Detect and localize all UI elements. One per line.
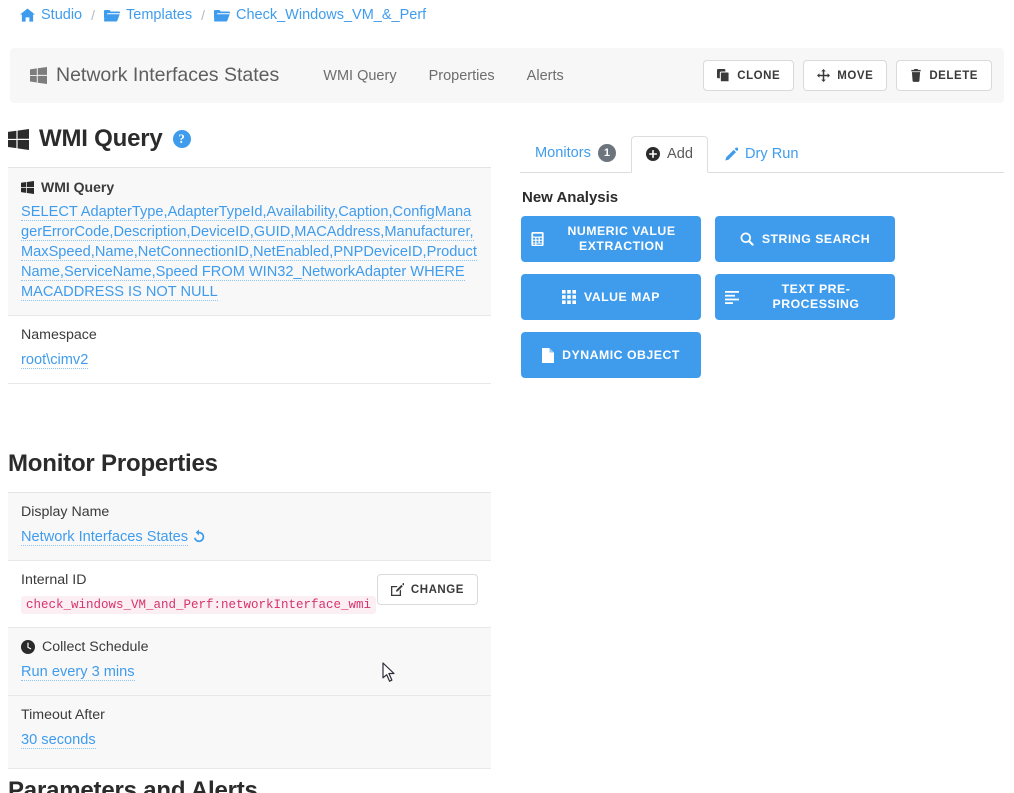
wmi-query-row-label: WMI Query — [21, 179, 478, 195]
clone-button-label: CLONE — [737, 69, 781, 82]
folder-icon — [214, 9, 230, 22]
wmi-query-panel: WMI Query SELECT AdapterType,AdapterType… — [8, 167, 491, 384]
numeric-value-extraction-button[interactable]: NUMERIC VALUE EXTRACTION — [521, 216, 701, 262]
parameters-and-alerts-title: Parameters and Alerts — [8, 776, 258, 793]
wmi-query-row: WMI Query SELECT AdapterType,AdapterType… — [8, 168, 491, 316]
tab-dry-run[interactable]: Dry Run — [708, 136, 814, 173]
wmi-query-value[interactable]: SELECT AdapterType,AdapterTypeId,Availab… — [21, 204, 477, 301]
breadcrumb: Studio / Templates / Check_Windows_VM_&_… — [0, 0, 1014, 30]
move-button[interactable]: MOVE — [803, 60, 888, 91]
namespace-value[interactable]: root\cimv2 — [21, 352, 89, 369]
breadcrumb-item-studio[interactable]: Studio — [20, 7, 82, 23]
header-tabs: WMI Query Properties Alerts — [307, 62, 579, 90]
arrows-move-icon — [817, 69, 831, 82]
breadcrumb-label: Check_Windows_VM_&_Perf — [236, 7, 427, 23]
breadcrumb-separator: / — [91, 7, 96, 23]
windows-icon — [8, 128, 29, 150]
timeout-value[interactable]: 30 seconds — [21, 732, 96, 749]
plus-circle-icon — [645, 147, 660, 161]
tab-monitors-label: Monitors — [535, 145, 591, 161]
string-search-button[interactable]: STRING SEARCH — [715, 216, 895, 262]
collect-schedule-label-text: Collect Schedule — [42, 639, 149, 655]
display-name-label: Display Name — [21, 504, 110, 520]
tab-properties[interactable]: Properties — [413, 62, 511, 90]
new-analysis-title: New Analysis — [522, 189, 619, 206]
text-pre-processing-label: TEXT PRE-PROCESSING — [772, 282, 860, 311]
left-column: WMI Query ? WMI Query SELECT AdapterType… — [8, 125, 492, 769]
tab-dry-run-label: Dry Run — [744, 146, 799, 162]
pencil-icon — [723, 147, 738, 162]
clone-button[interactable]: CLONE — [703, 60, 795, 91]
delete-button-label: DELETE — [929, 69, 978, 82]
wmi-query-value-wrap: SELECT AdapterType,AdapterTypeId,Availab… — [21, 202, 478, 302]
help-icon[interactable]: ? — [172, 130, 191, 148]
folder-icon — [104, 9, 121, 22]
lines-icon — [725, 290, 739, 304]
monitor-properties-panel: Display Name Network Interfaces States I… — [8, 492, 491, 769]
breadcrumb-item-template-name[interactable]: Check_Windows_VM_&_Perf — [214, 7, 426, 23]
header-actions: CLONE MOVE DELETE — [703, 60, 992, 91]
edit-icon — [390, 583, 404, 596]
text-pre-processing-button[interactable]: TEXT PRE-PROCESSING — [715, 274, 895, 320]
timeout-label: Timeout After — [21, 707, 105, 723]
breadcrumb-item-templates[interactable]: Templates — [104, 7, 192, 23]
wmi-query-title-text: WMI Query — [39, 125, 163, 152]
analysis-panel: Monitors 1 Add Dry Run New Analysis NUME… — [520, 134, 1004, 378]
value-map-button[interactable]: VALUE MAP — [521, 274, 701, 320]
clock-icon — [21, 640, 35, 654]
namespace-row: Namespace root\cimv2 — [8, 316, 491, 384]
value-map-label: VALUE MAP — [583, 289, 660, 304]
tab-add-label: Add — [666, 146, 693, 162]
undo-icon[interactable] — [192, 528, 206, 545]
tab-add[interactable]: Add — [630, 136, 708, 173]
windows-icon — [21, 180, 34, 194]
string-search-label: STRING SEARCH — [761, 231, 871, 246]
breadcrumb-label: Templates — [126, 7, 193, 23]
namespace-label: Namespace — [21, 327, 97, 343]
copy-icon — [717, 69, 730, 82]
analysis-tabs: Monitors 1 Add Dry Run — [520, 134, 1004, 173]
tab-wmi-query[interactable]: WMI Query — [307, 62, 412, 90]
monitor-properties-title: Monitor Properties — [8, 450, 218, 477]
calculator-icon — [531, 232, 544, 246]
page-root: Studio / Templates / Check_Windows_VM_&_… — [0, 0, 1014, 793]
home-icon — [20, 8, 35, 22]
collect-schedule-row: Collect Schedule Run every 3 mins — [8, 628, 491, 696]
file-icon — [542, 347, 555, 363]
internal-id-label: Internal ID — [21, 572, 87, 588]
trash-icon — [910, 69, 922, 82]
dynamic-object-label: DYNAMIC OBJECT — [562, 347, 680, 362]
display-name-row: Display Name Network Interfaces States — [8, 493, 491, 561]
search-icon — [740, 232, 754, 246]
grid-icon — [561, 290, 576, 304]
internal-id-row: Internal ID check_windows_VM_and_Perf:ne… — [8, 561, 491, 628]
tab-alerts[interactable]: Alerts — [511, 62, 580, 90]
collect-schedule-value[interactable]: Run every 3 mins — [21, 664, 135, 681]
display-name-value[interactable]: Network Interfaces States — [21, 529, 189, 546]
change-button[interactable]: CHANGE — [376, 574, 478, 605]
page-header-bar: Network Interfaces States WMI Query Prop… — [10, 48, 1004, 103]
delete-button[interactable]: DELETE — [896, 60, 992, 91]
new-analysis-buttons: NUMERIC VALUE EXTRACTION STRING SEARCH V… — [521, 216, 1004, 378]
numeric-value-extraction-label: NUMERIC VALUE EXTRACTION — [567, 224, 676, 253]
internal-id-value: check_windows_VM_and_Perf:networkInterfa… — [21, 596, 377, 614]
page-title-text: Network Interfaces States — [56, 64, 280, 86]
collect-schedule-label: Collect Schedule — [21, 639, 478, 655]
move-button-label: MOVE — [837, 69, 874, 82]
timeout-row: Timeout After 30 seconds — [8, 696, 491, 769]
page-title: Network Interfaces States — [30, 64, 279, 87]
tab-monitors[interactable]: Monitors 1 — [520, 134, 631, 173]
dynamic-object-button[interactable]: DYNAMIC OBJECT — [521, 332, 701, 378]
change-button-label: CHANGE — [410, 583, 464, 596]
wmi-query-section-title: WMI Query ? — [8, 125, 492, 153]
breadcrumb-separator: / — [201, 7, 205, 23]
windows-icon — [30, 67, 47, 84]
monitors-count-badge: 1 — [597, 144, 616, 162]
breadcrumb-label: Studio — [41, 7, 83, 23]
wmi-query-row-label-text: WMI Query — [41, 179, 115, 195]
